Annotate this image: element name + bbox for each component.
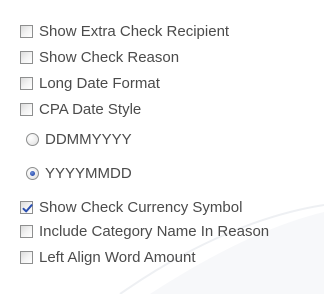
show-check-currency-symbol-checkbox[interactable] bbox=[20, 200, 33, 214]
option-show-extra-check-recipient[interactable]: Show Extra Check Recipient bbox=[20, 20, 229, 42]
option-show-check-currency-symbol[interactable]: Show Check Currency Symbol bbox=[20, 196, 242, 218]
option-include-category-name-in-reason[interactable]: Include Category Name In Reason bbox=[20, 220, 269, 242]
left-align-word-amount-checkbox[interactable] bbox=[20, 250, 33, 264]
yyyymmdd-radio[interactable] bbox=[26, 166, 39, 180]
option-long-date-format[interactable]: Long Date Format bbox=[20, 72, 160, 94]
option-cpa-date-style[interactable]: CPA Date Style bbox=[20, 98, 141, 120]
option-left-align-word-amount[interactable]: Left Align Word Amount bbox=[20, 246, 195, 268]
cpa-date-style-label: CPA Date Style bbox=[39, 100, 142, 118]
option-show-check-reason[interactable]: Show Check Reason bbox=[20, 46, 179, 68]
show-check-currency-symbol-label: Show Check Currency Symbol bbox=[39, 198, 243, 216]
cpa-date-style-checkbox[interactable] bbox=[20, 102, 33, 116]
include-category-name-in-reason-label: Include Category Name In Reason bbox=[39, 222, 270, 240]
option-ddmmyyyy[interactable]: DDMMYYYY bbox=[26, 128, 132, 150]
show-extra-check-recipient-label: Show Extra Check Recipient bbox=[39, 22, 230, 40]
show-extra-check-recipient-checkbox[interactable] bbox=[20, 24, 33, 38]
ddmmyyyy-label: DDMMYYYY bbox=[45, 130, 132, 148]
show-check-reason-checkbox[interactable] bbox=[20, 50, 33, 64]
show-check-reason-label: Show Check Reason bbox=[39, 48, 180, 66]
include-category-name-in-reason-checkbox[interactable] bbox=[20, 224, 33, 238]
option-yyyymmdd[interactable]: YYYYMMDD bbox=[26, 162, 132, 184]
long-date-format-checkbox[interactable] bbox=[20, 76, 33, 90]
ddmmyyyy-radio[interactable] bbox=[26, 132, 39, 146]
check-mark-icon bbox=[22, 203, 33, 212]
yyyymmdd-label: YYYYMMDD bbox=[45, 164, 132, 182]
long-date-format-label: Long Date Format bbox=[39, 74, 160, 92]
left-align-word-amount-label: Left Align Word Amount bbox=[39, 248, 196, 266]
